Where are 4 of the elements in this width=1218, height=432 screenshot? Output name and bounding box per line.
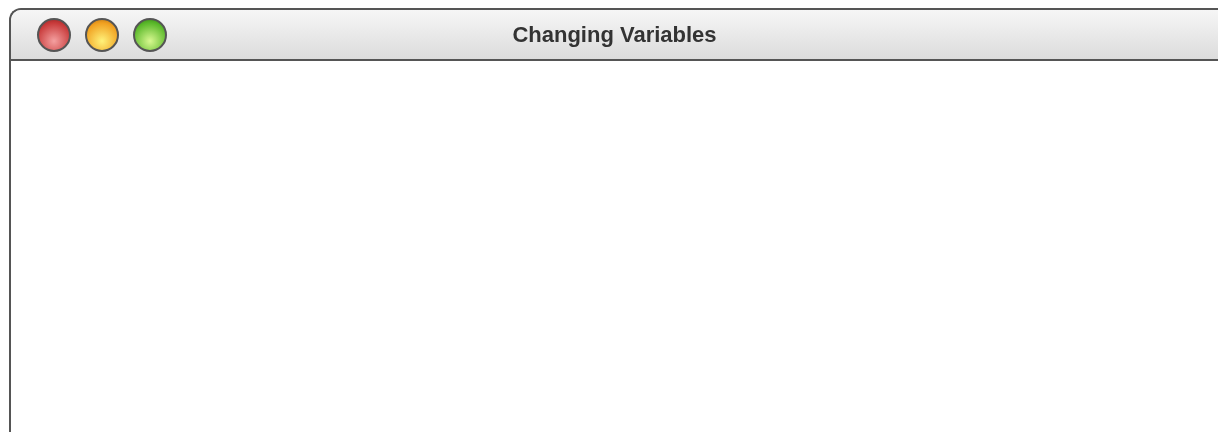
window-title: Changing Variables xyxy=(512,21,717,49)
minimize-button[interactable] xyxy=(85,17,119,52)
close-button[interactable] xyxy=(37,17,71,52)
zoom-button[interactable] xyxy=(133,17,167,52)
